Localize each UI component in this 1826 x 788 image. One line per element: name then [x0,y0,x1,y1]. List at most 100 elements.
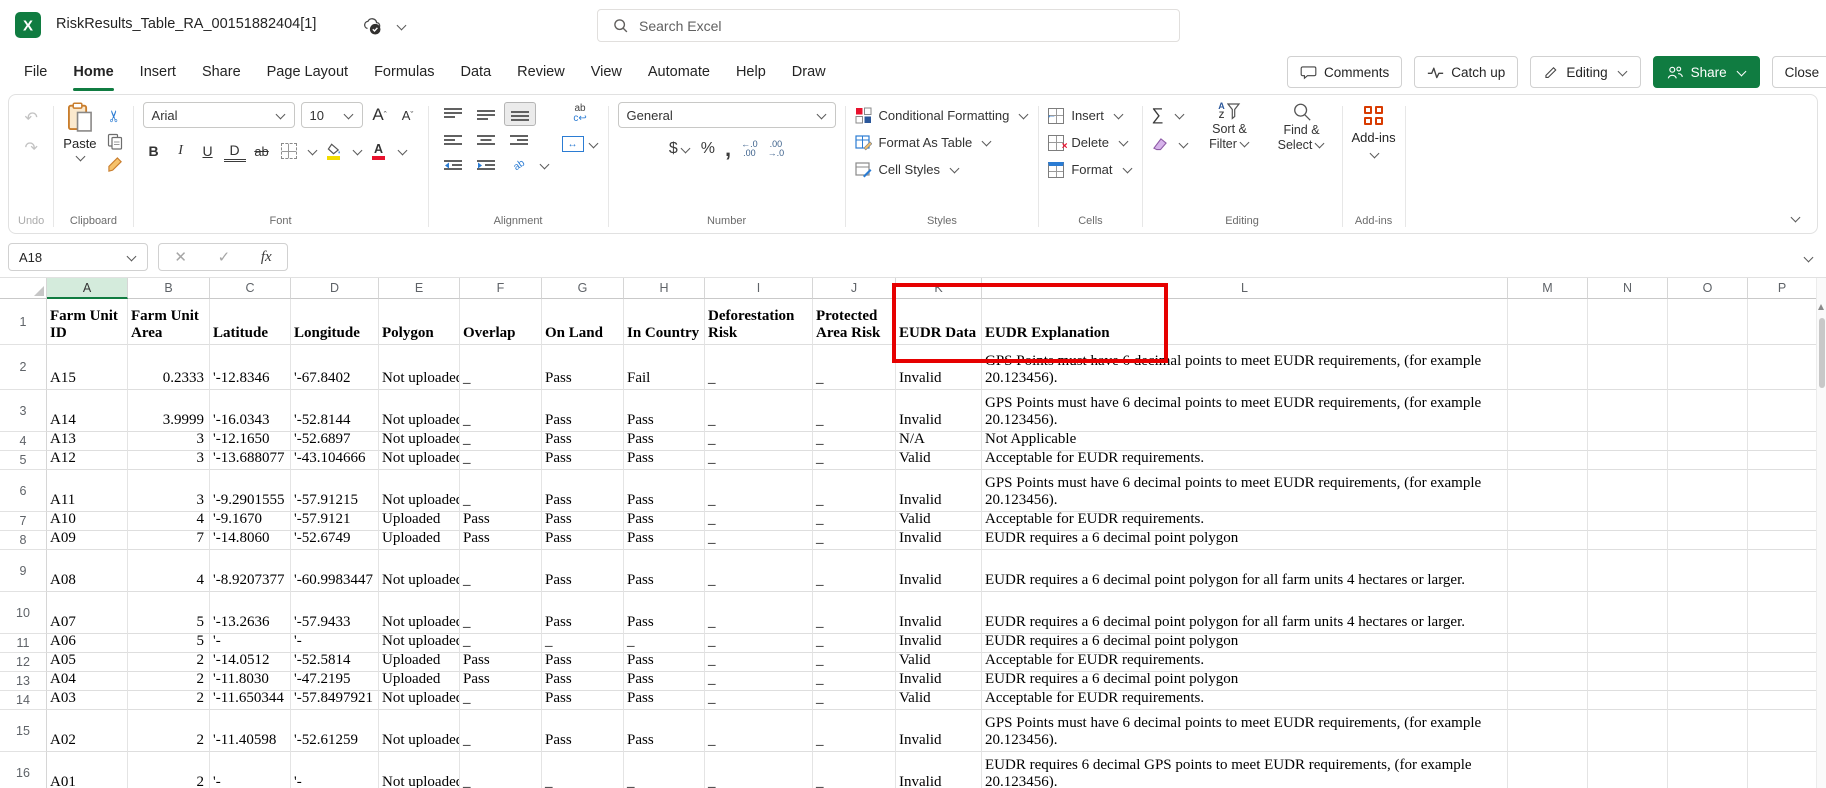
number-format-select[interactable]: General [618,102,836,128]
cell-D12[interactable]: '-52.5814 [291,653,379,672]
find-select-button[interactable]: Find & Select [1271,102,1333,153]
cell-G2[interactable]: Pass [542,345,624,390]
insert-function-icon[interactable]: fx [261,249,272,266]
cell-I14[interactable]: _ [705,691,813,710]
underline-button[interactable]: U [197,139,219,163]
cell-B3[interactable]: 3.9999 [128,390,210,432]
column-header-M[interactable]: M [1508,278,1588,299]
close-button[interactable]: Close [1772,56,1826,88]
row-header-7[interactable]: 7 [0,512,47,531]
cell-F6[interactable]: _ [460,470,542,512]
cell-L6[interactable]: GPS Points must have 6 decimal points to… [982,470,1508,512]
cell-H1[interactable]: In Country [624,299,705,345]
cell-M1[interactable] [1508,299,1588,345]
cell-A13[interactable]: A04 [47,672,128,691]
tab-help[interactable]: Help [723,52,779,92]
cell-N4[interactable] [1588,432,1668,451]
column-header-A[interactable]: A [47,278,128,299]
font-color-chevron-icon[interactable] [397,145,407,155]
align-middle-button[interactable] [471,103,501,125]
cell-B4[interactable]: 3 [128,432,210,451]
column-header-O[interactable]: O [1668,278,1748,299]
cell-styles-button[interactable]: Cell Styles [855,156,1030,183]
cell-C14[interactable]: '-11.650344 [210,691,291,710]
row-header-8[interactable]: 8 [0,531,47,550]
cell-P13[interactable] [1748,672,1817,691]
expand-formula-bar-chevron-icon[interactable] [1804,253,1814,263]
cell-M15[interactable] [1508,710,1588,752]
cell-M3[interactable] [1508,390,1588,432]
cell-L13[interactable]: EUDR requires a 6 decimal point polygon [982,672,1508,691]
decrease-decimal-button[interactable]: ←.0.00 [741,140,758,158]
cell-O7[interactable] [1668,512,1748,531]
cell-I7[interactable]: _ [705,512,813,531]
cell-D2[interactable]: '-67.8402 [291,345,379,390]
cell-H15[interactable]: Pass [624,710,705,752]
cell-F3[interactable]: _ [460,390,542,432]
cell-K5[interactable]: Valid [896,451,982,470]
cell-D4[interactable]: '-52.6897 [291,432,379,451]
align-left-button[interactable] [438,129,468,151]
cell-I4[interactable]: _ [705,432,813,451]
cell-I10[interactable]: _ [705,592,813,634]
cell-B6[interactable]: 3 [128,470,210,512]
cell-B15[interactable]: 2 [128,710,210,752]
cell-H11[interactable]: _ [624,634,705,653]
cell-L8[interactable]: EUDR requires a 6 decimal point polygon [982,531,1508,550]
cell-H4[interactable]: Pass [624,432,705,451]
cell-M16[interactable] [1508,752,1588,788]
cell-H10[interactable]: Pass [624,592,705,634]
cell-K4[interactable]: N/A [896,432,982,451]
cell-I15[interactable]: _ [705,710,813,752]
cell-F12[interactable]: Pass [460,653,542,672]
cell-A15[interactable]: A02 [47,710,128,752]
cell-G8[interactable]: Pass [542,531,624,550]
cell-G1[interactable]: On Land [542,299,624,345]
cell-J14[interactable]: _ [813,691,896,710]
cell-A14[interactable]: A03 [47,691,128,710]
cell-F1[interactable]: Overlap [460,299,542,345]
cell-C4[interactable]: '-12.1650 [210,432,291,451]
confirm-entry-icon[interactable]: ✓ [218,248,231,266]
column-header-H[interactable]: H [624,278,705,299]
cell-J7[interactable]: _ [813,512,896,531]
cell-K16[interactable]: Invalid [896,752,982,788]
cell-A4[interactable]: A13 [47,432,128,451]
cell-D16[interactable]: '- [291,752,379,788]
cell-M9[interactable] [1508,550,1588,592]
text-orientation-button[interactable]: ab [500,147,537,182]
cell-F14[interactable]: _ [460,691,542,710]
column-header-E[interactable]: E [379,278,460,299]
cell-N5[interactable] [1588,451,1668,470]
row-header-4[interactable]: 4 [0,432,47,451]
column-header-N[interactable]: N [1588,278,1668,299]
cell-I6[interactable]: _ [705,470,813,512]
cell-D13[interactable]: '-47.2195 [291,672,379,691]
cell-E3[interactable]: Not uploaded [379,390,460,432]
cell-F13[interactable]: Pass [460,672,542,691]
cell-G15[interactable]: Pass [542,710,624,752]
increase-font-size-button[interactable]: Aˆ [369,103,391,127]
tab-view[interactable]: View [578,52,635,92]
font-color-button[interactable]: A [368,139,390,163]
cell-B16[interactable]: 2 [128,752,210,788]
cell-L3[interactable]: GPS Points must have 6 decimal points to… [982,390,1508,432]
title-dropdown-chevron-icon[interactable] [397,21,407,31]
tab-automate[interactable]: Automate [635,52,723,92]
font-size-select[interactable]: 10 [301,102,363,128]
cell-C1[interactable]: Latitude [210,299,291,345]
row-header-15[interactable]: 15 [0,710,47,752]
increase-indent-button[interactable] [471,154,501,176]
cell-H2[interactable]: Fail [624,345,705,390]
cell-E1[interactable]: Polygon [379,299,460,345]
cell-K13[interactable]: Invalid [896,672,982,691]
vertical-scrollbar[interactable] [1816,278,1826,788]
cell-N13[interactable] [1588,672,1668,691]
cell-G4[interactable]: Pass [542,432,624,451]
cell-N7[interactable] [1588,512,1668,531]
cell-L5[interactable]: Acceptable for EUDR requirements. [982,451,1508,470]
cell-E7[interactable]: Uploaded [379,512,460,531]
cell-H14[interactable]: Pass [624,691,705,710]
cancel-entry-icon[interactable]: ✕ [174,248,187,266]
row-header-1[interactable]: 1 [0,299,47,345]
